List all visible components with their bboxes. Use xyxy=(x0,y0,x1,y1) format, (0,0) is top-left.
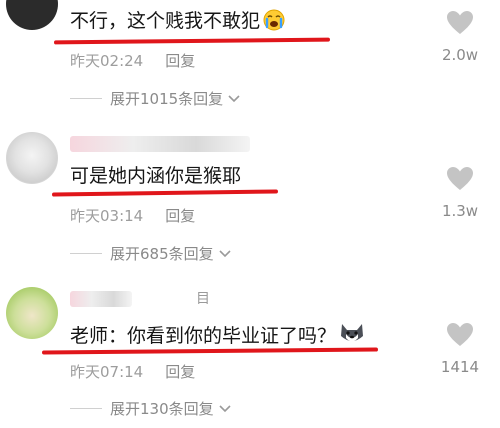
reply-button[interactable]: 回复 xyxy=(165,363,195,381)
like-count: 2.0w xyxy=(441,46,479,64)
chevron-down-icon xyxy=(218,400,232,418)
comment-text: 可是她内涵你是猴耶 xyxy=(70,165,242,187)
comment-time: 昨天02:24 xyxy=(70,52,144,70)
expand-replies-button[interactable]: 展开130条回复 xyxy=(70,398,232,419)
expand-replies-label: 展开685条回复 xyxy=(110,245,214,263)
divider-line xyxy=(70,253,102,254)
like-count: 1.3w xyxy=(441,202,479,220)
avatar[interactable] xyxy=(6,0,58,30)
heart-icon xyxy=(446,11,474,40)
avatar[interactable] xyxy=(6,132,58,184)
avatar[interactable] xyxy=(6,287,58,339)
reply-button[interactable]: 回复 xyxy=(165,52,195,70)
comment-text-content: 不行，这个贱我不敢犯 xyxy=(70,10,261,32)
like-button[interactable]: 1414 xyxy=(436,322,484,376)
comment-meta: 昨天02:24 回复 xyxy=(70,50,195,71)
chevron-down-icon xyxy=(218,245,232,263)
comment-time: 昨天03:14 xyxy=(70,207,144,225)
expand-replies-label: 展开1015条回复 xyxy=(110,90,224,108)
heart-icon xyxy=(446,167,474,196)
heart-icon xyxy=(446,323,474,352)
comment-time: 昨天07:14 xyxy=(70,363,144,381)
like-button[interactable]: 1.3w xyxy=(436,166,484,220)
expand-replies-label: 展开130条回复 xyxy=(110,400,214,418)
comment-meta: 昨天07:14 回复 xyxy=(70,361,195,382)
comment-text: 不行，这个贱我不敢犯 xyxy=(70,8,286,38)
divider-line xyxy=(70,98,102,99)
expand-replies-button[interactable]: 展开1015条回复 xyxy=(70,88,241,109)
like-count: 1414 xyxy=(440,358,480,376)
expand-replies-button[interactable]: 展开685条回复 xyxy=(70,243,232,264)
red-underline xyxy=(53,37,331,45)
username-tail: 目 xyxy=(196,291,210,307)
comment-text-content: 老师：你看到你的毕业证了吗？ xyxy=(70,325,337,347)
red-underline xyxy=(51,189,279,197)
like-button[interactable]: 2.0w xyxy=(436,10,484,64)
crying-face-emoji xyxy=(262,9,286,38)
reply-button[interactable]: 回复 xyxy=(165,207,195,225)
username[interactable]: 目 xyxy=(70,291,210,307)
comment-meta: 昨天03:14 回复 xyxy=(70,205,195,226)
divider-line xyxy=(70,408,102,409)
chevron-down-icon xyxy=(227,90,241,108)
username[interactable] xyxy=(70,136,250,152)
